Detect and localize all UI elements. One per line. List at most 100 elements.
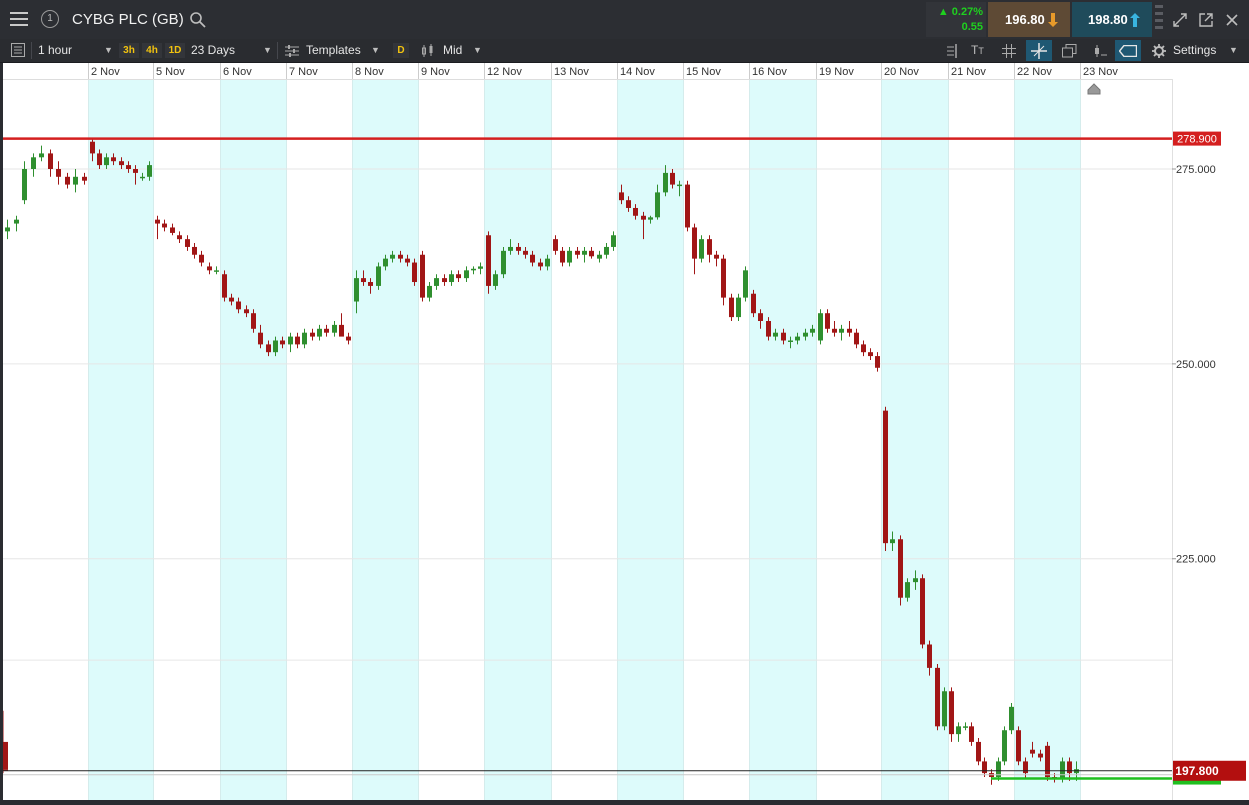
candle-body: [229, 297, 234, 302]
candle-body: [244, 309, 249, 314]
candle-body: [538, 262, 543, 267]
copy-icon[interactable]: [1062, 44, 1077, 58]
candle-body: [177, 235, 182, 240]
candle-body: [803, 332, 808, 337]
day-shade: [749, 79, 816, 800]
candle-body: [133, 169, 138, 173]
candle-body: [545, 258, 550, 267]
candle-body: [1009, 706, 1014, 731]
date-label: 22 Nov: [1017, 66, 1052, 78]
candle-body: [192, 246, 197, 255]
candle-body: [976, 741, 981, 762]
instrument-name[interactable]: CYBG PLC (GB): [72, 0, 184, 39]
crosshair-button[interactable]: [1026, 40, 1052, 61]
interval-label: 1 hour: [38, 43, 73, 57]
interval-4h-button[interactable]: 4h: [142, 43, 162, 58]
now-marker-icon[interactable]: [1087, 83, 1101, 95]
date-label: 5 Nov: [156, 66, 185, 78]
price-chart-svg[interactable]: 2 Nov 5 Nov 6 Nov 7 Nov 8 Nov 9 Nov 12 Nov 13 N…: [3, 63, 1249, 800]
candle-body: [854, 332, 859, 345]
expand-icon[interactable]: [1173, 13, 1187, 27]
popout-icon[interactable]: [1199, 13, 1213, 27]
candle-body: [582, 250, 587, 255]
candle-body: [868, 352, 873, 357]
candle-body: [1023, 761, 1028, 774]
candle-body: [729, 297, 734, 318]
candle-body: [310, 332, 315, 337]
date-label: 12 Nov: [487, 66, 522, 78]
up-arrow-icon: ▲: [937, 6, 952, 18]
candle-body: [471, 268, 476, 271]
candle-body: [597, 254, 602, 259]
date-label: 15 Nov: [686, 66, 721, 78]
menu-icon[interactable]: [10, 12, 28, 27]
down-arrow-icon: [1048, 13, 1058, 27]
price-tick-label: 225.000: [1176, 554, 1216, 566]
candle-body: [383, 258, 388, 267]
date-label: 6 Nov: [223, 66, 252, 78]
text-size-icon[interactable]: TT: [971, 39, 984, 63]
date-label: 7 Nov: [289, 66, 318, 78]
interval-1d-button[interactable]: 1D: [165, 43, 185, 58]
date-label: 21 Nov: [951, 66, 986, 78]
interval-3h-button[interactable]: 3h: [119, 43, 139, 58]
candle-body: [317, 328, 322, 337]
candle-body: [104, 157, 109, 166]
search-icon[interactable]: [190, 12, 206, 28]
change-value: 0.55: [961, 21, 983, 33]
crosshair-icon: [1031, 43, 1047, 59]
price-change-box: ▲ 0.27% 0.55: [926, 2, 986, 37]
day-shade: [220, 79, 286, 800]
candle-body: [324, 328, 329, 333]
chart-type-icon[interactable]: [1093, 44, 1107, 58]
candle-body: [222, 274, 227, 298]
list-icon[interactable]: [11, 43, 25, 57]
candle-body: [464, 270, 469, 279]
indicators-icon[interactable]: [944, 44, 958, 58]
candle-body: [969, 726, 974, 742]
candle-body: [5, 227, 10, 232]
tag-icon: [1119, 45, 1137, 57]
price-chart[interactable]: 2 Nov 5 Nov 6 Nov 7 Nov 8 Nov 9 Nov 12 Nov 13 N…: [3, 63, 1249, 800]
scroll-handle[interactable]: [1155, 5, 1163, 35]
candle-body: [832, 328, 837, 333]
candle-body: [346, 336, 351, 341]
grid-icon[interactable]: [1002, 44, 1016, 58]
buy-button[interactable]: 198.80: [1072, 2, 1152, 37]
gear-icon[interactable]: [1152, 44, 1166, 58]
candle-body: [1038, 753, 1043, 758]
candle-body: [927, 644, 932, 668]
candle-body: [162, 223, 167, 228]
chevron-down-icon: ▼: [104, 45, 113, 55]
candle-body: [501, 250, 506, 275]
candle-body: [126, 165, 131, 169]
chevron-down-icon: ▼: [473, 45, 482, 55]
candle-body: [398, 254, 403, 259]
sell-button[interactable]: 196.80: [988, 2, 1070, 37]
candle-body: [935, 667, 940, 727]
candle-body: [692, 227, 697, 259]
candle-body: [619, 192, 624, 201]
candle-body: [942, 691, 947, 727]
candle-body: [147, 165, 152, 177]
candle-body: [1002, 730, 1007, 762]
candle-body: [743, 270, 748, 298]
day-shade: [617, 79, 683, 800]
d-button[interactable]: D: [393, 43, 409, 58]
candle-body: [412, 262, 417, 283]
candle-body: [847, 328, 852, 333]
candle-body: [354, 278, 359, 302]
candle-body: [788, 340, 793, 342]
candle-body: [949, 691, 954, 735]
candle-body: [766, 321, 771, 337]
close-icon[interactable]: [1226, 14, 1238, 26]
candle-body: [302, 332, 307, 345]
date-label: 9 Nov: [421, 66, 450, 78]
draw-tag-button[interactable]: [1115, 40, 1141, 61]
candle-body: [1045, 745, 1050, 777]
window-number-icon[interactable]: 1: [41, 10, 59, 28]
candle-body: [449, 274, 454, 283]
candle-body: [97, 153, 102, 166]
candle-body: [376, 266, 381, 286]
candle-body: [611, 235, 616, 247]
